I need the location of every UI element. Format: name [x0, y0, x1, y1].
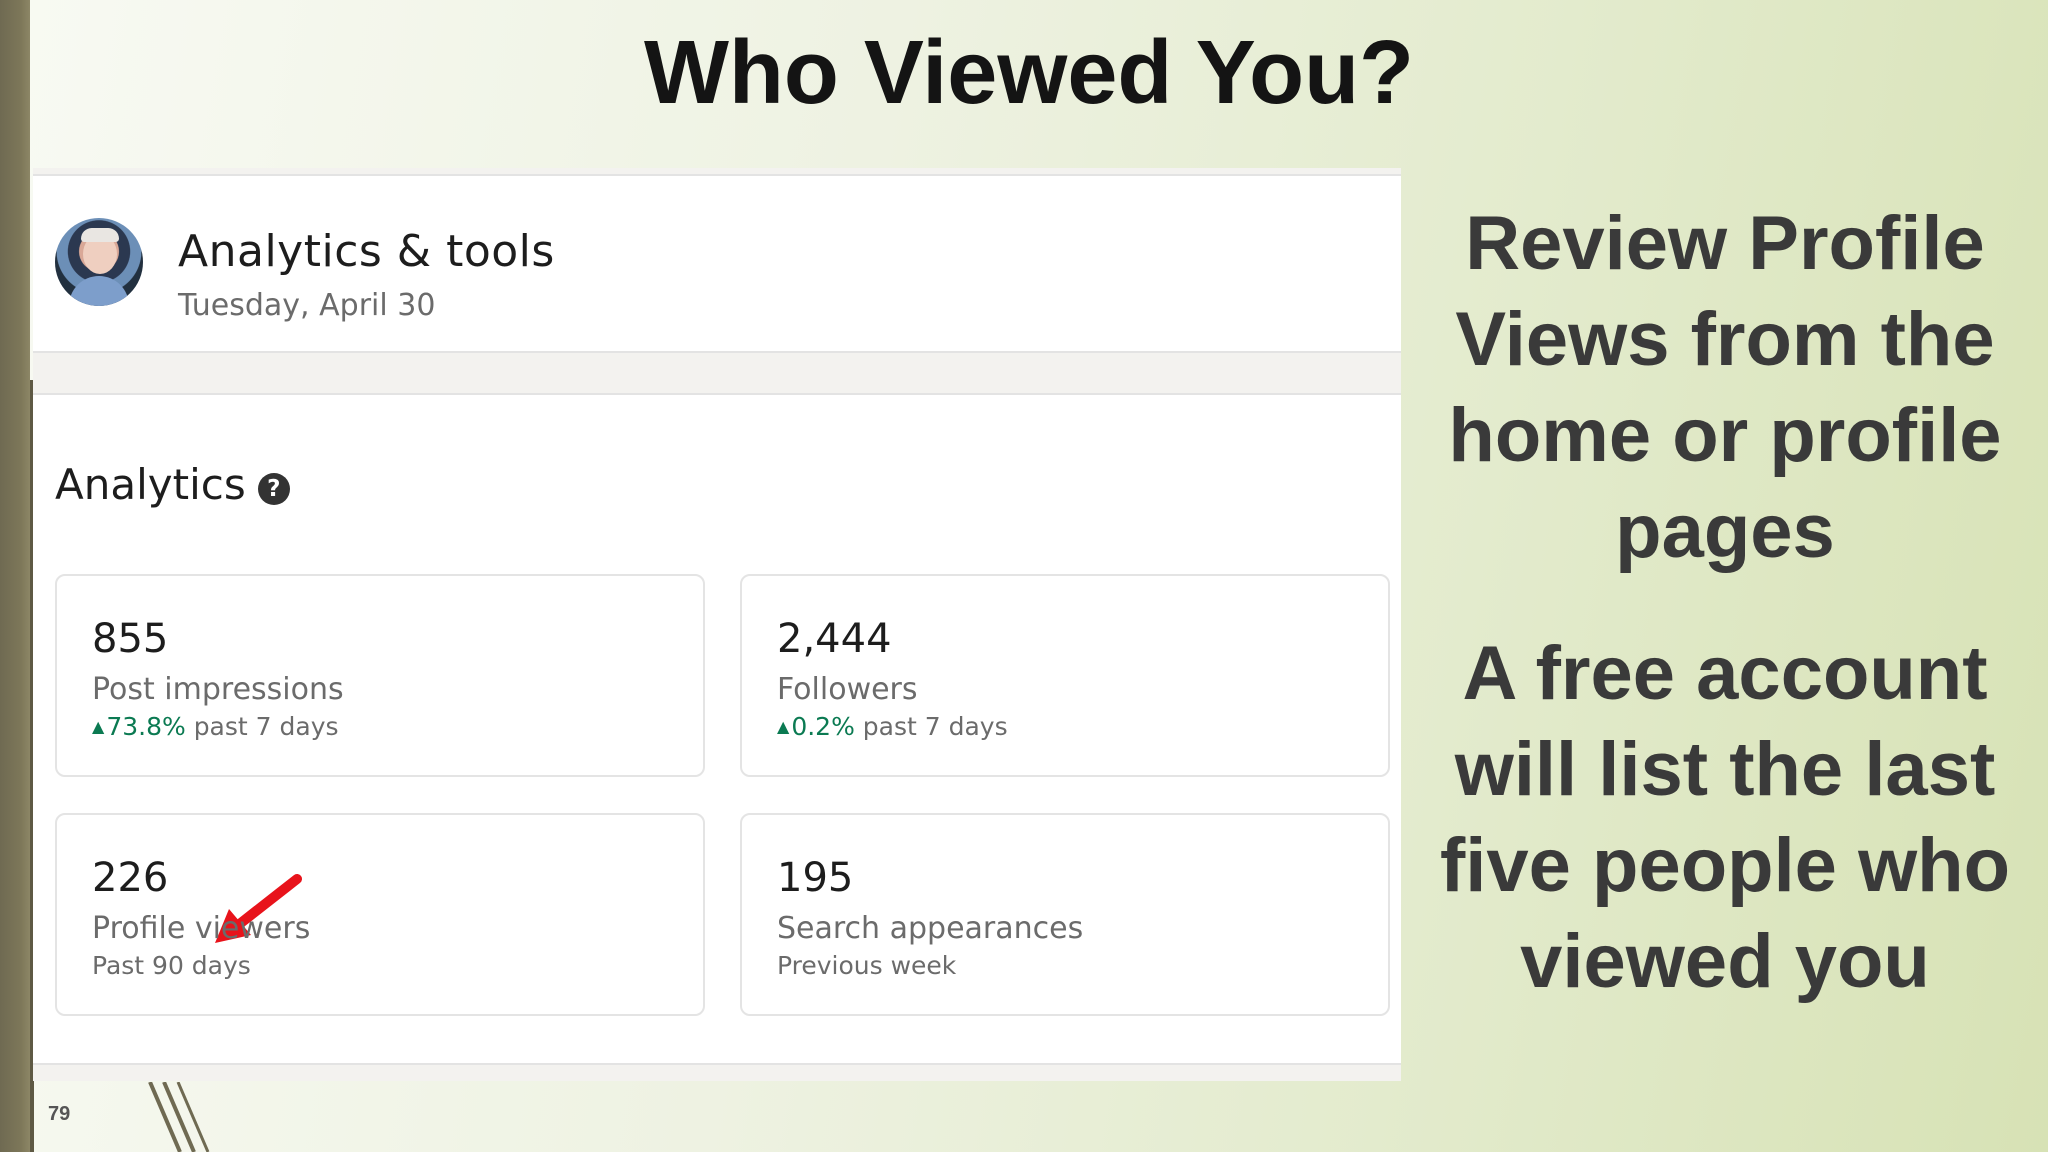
trend-up-indicator: ▲73.8% [92, 712, 186, 741]
card-followers[interactable]: 2,444 Followers ▲0.2% past 7 days [740, 574, 1390, 777]
post-impressions-label: Post impressions [92, 672, 344, 707]
avatar-shirt [69, 276, 129, 306]
analytics-tools-title[interactable]: Analytics & tools [178, 226, 555, 277]
trend-up-indicator: ▲0.2% [777, 712, 855, 741]
slide-number: 79 [48, 1103, 71, 1125]
analytics-heading: Analytics ? [55, 460, 290, 509]
side-text-free-account: A free account will list the last five p… [1439, 631, 2011, 1004]
profile-viewers-period: Past 90 days [92, 951, 251, 980]
analytics-heading-label: Analytics [55, 460, 246, 509]
search-appearances-value: 195 [777, 855, 854, 901]
avatar-hair [81, 228, 119, 242]
card-search-appearances[interactable]: 195 Search appearances Previous week [740, 813, 1390, 1016]
search-appearances-label: Search appearances [777, 911, 1084, 946]
slide-title: Who Viewed You? [643, 23, 1415, 123]
trend-value: 73.8% [106, 712, 186, 741]
followers-value: 2,444 [777, 616, 892, 662]
side-text-review-views: Review Profile Views from the home or pr… [1448, 201, 2002, 574]
profile-avatar[interactable] [55, 218, 143, 306]
followers-label: Followers [777, 672, 918, 707]
question-circle-icon[interactable]: ? [257, 472, 290, 505]
linkedin-screenshot: Analytics & tools Tuesday, April 30 Anal… [33, 168, 1401, 1081]
followers-trend: ▲0.2% past 7 days [777, 712, 1008, 741]
analytics-section: Analytics ? 855 Post impressions ▲73.8% … [33, 393, 1401, 1065]
analytics-header-panel: Analytics & tools Tuesday, April 30 [33, 174, 1401, 353]
post-impressions-value: 855 [92, 616, 169, 662]
trend-value: 0.2% [791, 712, 855, 741]
card-profile-viewers[interactable]: 226 Profile viewers Past 90 days [55, 813, 705, 1016]
profile-viewers-value: 226 [92, 855, 169, 901]
search-appearances-period: Previous week [777, 951, 957, 980]
trend-up-icon: ▲ [777, 717, 790, 736]
post-impressions-trend: ▲73.8% past 7 days [92, 712, 339, 741]
trend-period: past 7 days [193, 712, 339, 741]
trend-up-icon: ▲ [92, 717, 105, 736]
slide-decoration [148, 1082, 210, 1152]
trend-period: past 7 days [862, 712, 1008, 741]
profile-viewers-label: Profile viewers [92, 911, 311, 946]
slide-left-bar [0, 0, 30, 1152]
card-post-impressions[interactable]: 855 Post impressions ▲73.8% past 7 days [55, 574, 705, 777]
analytics-date: Tuesday, April 30 [178, 288, 436, 323]
